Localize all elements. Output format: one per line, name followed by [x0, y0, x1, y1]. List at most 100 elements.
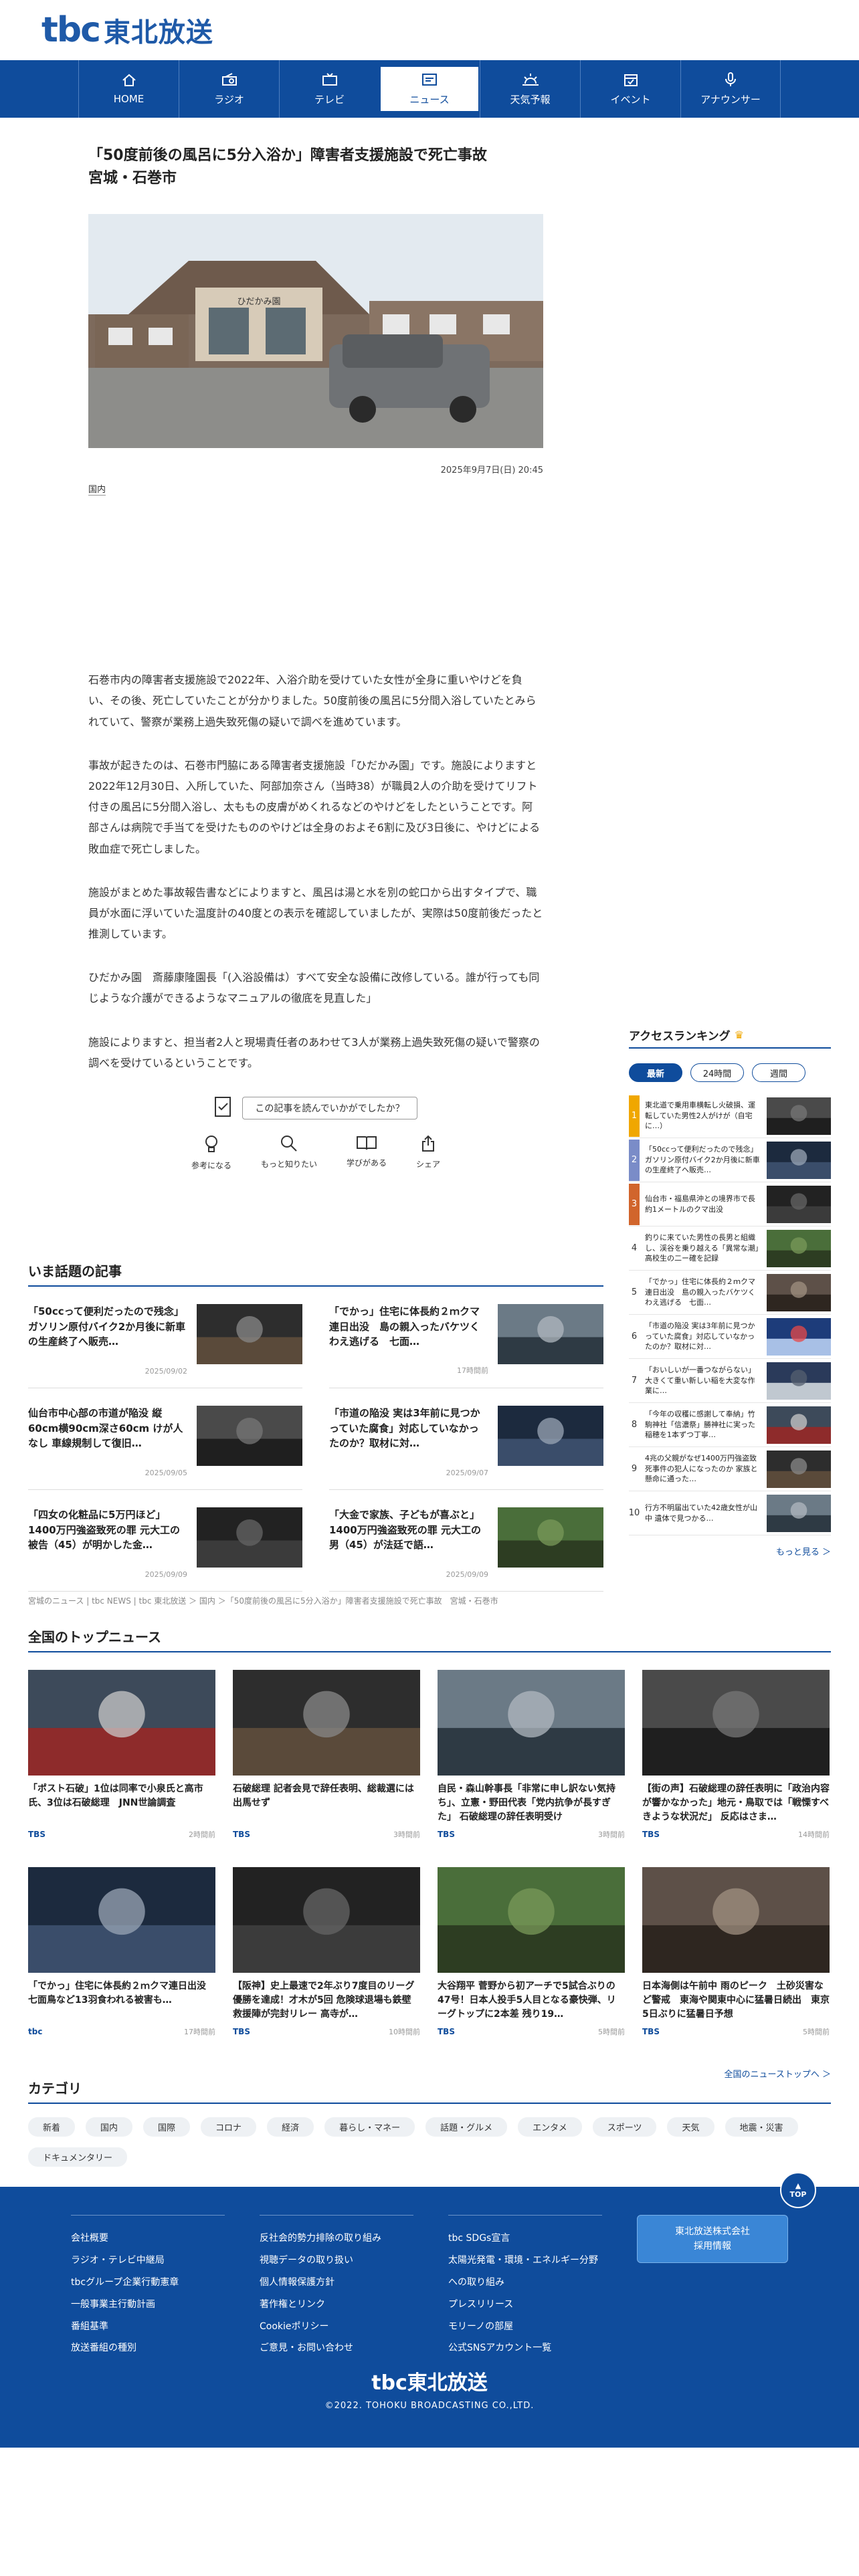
- news-time: 17時間前: [184, 2028, 215, 2036]
- footer-link[interactable]: tbc SDGs宣言: [448, 2228, 602, 2250]
- nav-item-4[interactable]: 天気予報: [480, 60, 580, 118]
- ranking-tab-0[interactable]: 最新: [629, 1063, 682, 1082]
- category-chip[interactable]: 経済: [267, 2117, 314, 2137]
- national-news-card[interactable]: 【街の声】石破総理の辞任表明に「政治内容が響かなかった」地元・鳥取では「戦慄すべ…: [642, 1670, 830, 1867]
- nav-item-1[interactable]: ラジオ: [179, 60, 279, 118]
- ranking-item[interactable]: 7 「おいしいが一番つながらない」大きくて重い新しい稲を大変な作業に…: [629, 1359, 831, 1403]
- footer-link[interactable]: 太陽光発電・環境・エネルギー分野への取り組み: [448, 2250, 602, 2294]
- ranking-tab-2[interactable]: 週間: [752, 1063, 805, 1082]
- category-chip[interactable]: 国内: [86, 2117, 133, 2137]
- category-chip[interactable]: スポーツ: [592, 2117, 657, 2137]
- rank-title: 4兆の父親がなぜ1400万円強盗致死事件の犯人になったのか 家族と懸命に通った…: [645, 1453, 758, 1484]
- category-chip[interactable]: 天気: [667, 2117, 714, 2137]
- trend-article[interactable]: 「でかっ」住宅に体長約２ｍクマ連日出没 島の親入ったバケツくわえ逃げる 七面… 1…: [329, 1287, 603, 1388]
- nav-item-5[interactable]: イベント: [580, 60, 680, 118]
- news-time: 14時間前: [798, 1830, 830, 1839]
- footer-col-3: tbc SDGs宣言 太陽光発電・環境・エネルギー分野への取り組み プレスリリースモ…: [448, 2215, 602, 2359]
- ranking-title: アクセスランキング ♛: [629, 1027, 831, 1049]
- nav-item-6[interactable]: アナウンサー: [680, 60, 781, 118]
- ranking-item[interactable]: 5 「でかっ」住宅に体長約２ｍクマ連日出没 島の親入ったバケツくわえ逃げる 七面…: [629, 1271, 831, 1315]
- news-thumbnail: [642, 1867, 830, 1973]
- article-paragraph: ひだかみ園 斎藤康隆園長「(入浴設備は）すべて安全な設備に改修している。誰が行っ…: [88, 971, 540, 1005]
- nav-label: テレビ: [314, 93, 345, 106]
- trend-article[interactable]: 「大金で家族、子どもが喜ぶと」1400万円強盗致死の罪 元大工の男（45）が法廷…: [329, 1490, 603, 1592]
- trend-article[interactable]: 「市道の陥没 実は3年前に見つかっていた腐食」対応していなかったのか？取材に対……: [329, 1388, 603, 1490]
- national-title: 全国のトップニュース: [28, 1626, 831, 1652]
- category-chip[interactable]: 話題・グルメ: [425, 2117, 508, 2137]
- tbc-logo[interactable]: tbc 東北放送: [41, 10, 213, 50]
- national-news-card[interactable]: 「ポスト石破」1位は同率で小泉氏と高市氏、3位は石破総理 JNN世論調査 TBS 2…: [28, 1670, 215, 1867]
- article: 「50度前後の風呂に5分入浴か」障害者支援施設で死亡事故 宮城・石巻市 ひだかみ…: [88, 118, 543, 1171]
- ranking-tab-1[interactable]: 24時間: [690, 1063, 744, 1082]
- category-chip[interactable]: コロナ: [201, 2117, 257, 2137]
- ranking-item[interactable]: 8 「今年の収穫に感謝して奉納」竹駒神社「信濃祭」勝神社に実った稲穂を1本ずつ丁寧…: [629, 1403, 831, 1447]
- trend-article-title: 仙台市中心部の市道が陥没 縦60cm横90cm深さ60cm けが人なし 車線規制…: [28, 1407, 183, 1449]
- trend-article[interactable]: 仙台市中心部の市道が陥没 縦60cm横90cm深さ60cm けが人なし 車線規制…: [28, 1388, 302, 1490]
- ranking-item[interactable]: 6 「市道の陥没 実は3年前に見つかっていた腐食」対応していなかったのか？取材に対…: [629, 1315, 831, 1359]
- category-chip[interactable]: エンタメ: [518, 2117, 582, 2137]
- trend-article-date: 2025/09/09: [446, 1570, 488, 1579]
- national-news-card[interactable]: 石破総理 記者会見で辞任表明、総裁選には出馬せず TBS 3時間前: [233, 1670, 420, 1867]
- footer-link[interactable]: 個人情報保護方針: [260, 2272, 413, 2294]
- ranking-item[interactable]: 3 仙台市・福島県沖との境界市で長約1メートルのクマ出没: [629, 1182, 831, 1226]
- category-chip[interactable]: 新着: [28, 2117, 76, 2137]
- crown-icon: ♛: [734, 1029, 744, 1041]
- footer-link[interactable]: 著作権とリンク: [260, 2294, 413, 2316]
- news-thumbnail: [233, 1670, 420, 1776]
- nav-item-0[interactable]: HOME: [78, 60, 179, 118]
- national-news-card[interactable]: 大谷翔平 菅野から初アーチで5試合ぶりの47号！日本人投手5人目となる豪快弾、リ…: [438, 1867, 625, 2064]
- news-thumbnail: [28, 1670, 215, 1776]
- footer-link[interactable]: ご意見・お問い合わせ: [260, 2337, 413, 2359]
- footer-link[interactable]: tbcグループ企業行動憲章: [71, 2272, 225, 2294]
- footer-logo[interactable]: tbc東北放送: [0, 2366, 859, 2395]
- reaction-button-0[interactable]: 参考になる: [191, 1135, 231, 1171]
- nav-label: 天気予報: [510, 93, 551, 106]
- ranking-item[interactable]: 9 4兆の父親がなぜ1400万円強盗致死事件の犯人になったのか 家族と懸命に通った…: [629, 1447, 831, 1491]
- ranking-item[interactable]: 1 東北道で乗用車横転し火破損、運転していた男性2人がけが（自宅に…）: [629, 1094, 831, 1138]
- category-chip[interactable]: 暮らし・マネー: [324, 2117, 415, 2137]
- national-news-card[interactable]: 自民・森山幹事長「非常に申し訳ない気持ち」、立憲・野田代表「党内抗争が長すぎた」…: [438, 1670, 625, 1867]
- footer-link[interactable]: 公式SNSアカウント一覧: [448, 2337, 602, 2359]
- footer-link[interactable]: モリーノの部屋: [448, 2316, 602, 2338]
- footer-link[interactable]: プレスリリース: [448, 2294, 602, 2316]
- category-chip[interactable]: 国際: [143, 2117, 191, 2137]
- footer-link[interactable]: 一般事業主行動計画: [71, 2294, 225, 2316]
- breadcrumb[interactable]: 宮城のニュース | tbc NEWS | tbc 東北放送 ＞ 国内 ＞「50度…: [28, 1595, 498, 1606]
- category-chip[interactable]: ドキュメンタリー: [28, 2147, 128, 2167]
- footer-col-1: 会社概要 ラジオ・テレビ中継局 tbcグループ企業行動憲章 一般事業主行動計画 番組基準…: [71, 2215, 225, 2359]
- footer-link[interactable]: ラジオ・テレビ中継局: [71, 2250, 225, 2272]
- article-category-link[interactable]: 国内: [88, 482, 106, 496]
- chevron-up-icon: ▲: [795, 2181, 801, 2190]
- trend-article[interactable]: 「50ccって便利だったので残念」ガソリン原付バイク2か月後に新車の生産終了へ販…: [28, 1287, 302, 1388]
- rank-thumbnail: [767, 1494, 831, 1532]
- ranking-item[interactable]: 4 釣りに来ていた男性の長男と組織し、渓谷を乗り越える「異常な潮」高校生の二ー確を…: [629, 1226, 831, 1271]
- ranking-more-link[interactable]: もっと見る ＞: [629, 1545, 831, 1558]
- reaction-button-2[interactable]: 学びがある: [347, 1135, 387, 1171]
- reaction-label: 参考になる: [191, 1161, 231, 1170]
- national-news-card[interactable]: 【阪神】史上最速で2年ぶり7度目のリーグ優勝を達成！才木が5回 危険球退場も鉄壁…: [233, 1867, 420, 2064]
- footer-link[interactable]: 会社概要: [71, 2228, 225, 2250]
- footer-link[interactable]: 放送番組の種別: [71, 2337, 225, 2359]
- to-top-button[interactable]: ▲ TOP: [780, 2172, 816, 2208]
- nav-item-2[interactable]: テレビ: [279, 60, 379, 118]
- footer-link[interactable]: Cookieポリシー: [260, 2316, 413, 2338]
- categories-title: カテゴリ: [28, 2078, 831, 2104]
- ranking-item[interactable]: 2 「50ccって便利だったので残念」ガソリン原付バイク2か月後に新車の生産終了へ…: [629, 1138, 831, 1182]
- trend-thumbnail: [197, 1304, 302, 1364]
- footer-link[interactable]: 視聴データの取り扱い: [260, 2250, 413, 2272]
- trend-article-title: 「市道の陥没 実は3年前に見つかっていた腐食」対応していなかったのか？取材に対…: [329, 1407, 480, 1449]
- category-chip[interactable]: 地震・災害: [725, 2117, 798, 2137]
- footer-link[interactable]: 反社会的勢力排除の取り組み: [260, 2228, 413, 2250]
- rank-number: 5: [631, 1287, 638, 1297]
- national-news-card[interactable]: 日本海側は午前中 雨のピーク 土砂災害など警戒 東海や関東中心に猛暑日続出 東京…: [642, 1867, 830, 2064]
- trend-article[interactable]: 「四女の化粧品に5万円ほど」1400万円強盗致死の罪 元大工の被告（45）が明か…: [28, 1490, 302, 1592]
- trend-article-date: 2025/09/09: [145, 1570, 187, 1579]
- footer-link[interactable]: 番組基準: [71, 2316, 225, 2338]
- recruit-button[interactable]: 東北放送株式会社 採用情報: [637, 2215, 788, 2263]
- national-news-card[interactable]: 「でかっ」住宅に体長約２ｍクマ連日出没 七面鳥など13羽食われる被害も… tbc 1…: [28, 1867, 215, 2064]
- reaction-button-3[interactable]: シェア: [416, 1135, 440, 1171]
- reaction-button-1[interactable]: もっと知りたい: [261, 1135, 317, 1171]
- ranking-item[interactable]: 10 行方不明届出ていた42歳女性が山中 遺体で見つかる…: [629, 1491, 831, 1535]
- news-thumbnail: [438, 1670, 625, 1776]
- nav-item-3[interactable]: ニュース: [379, 66, 480, 112]
